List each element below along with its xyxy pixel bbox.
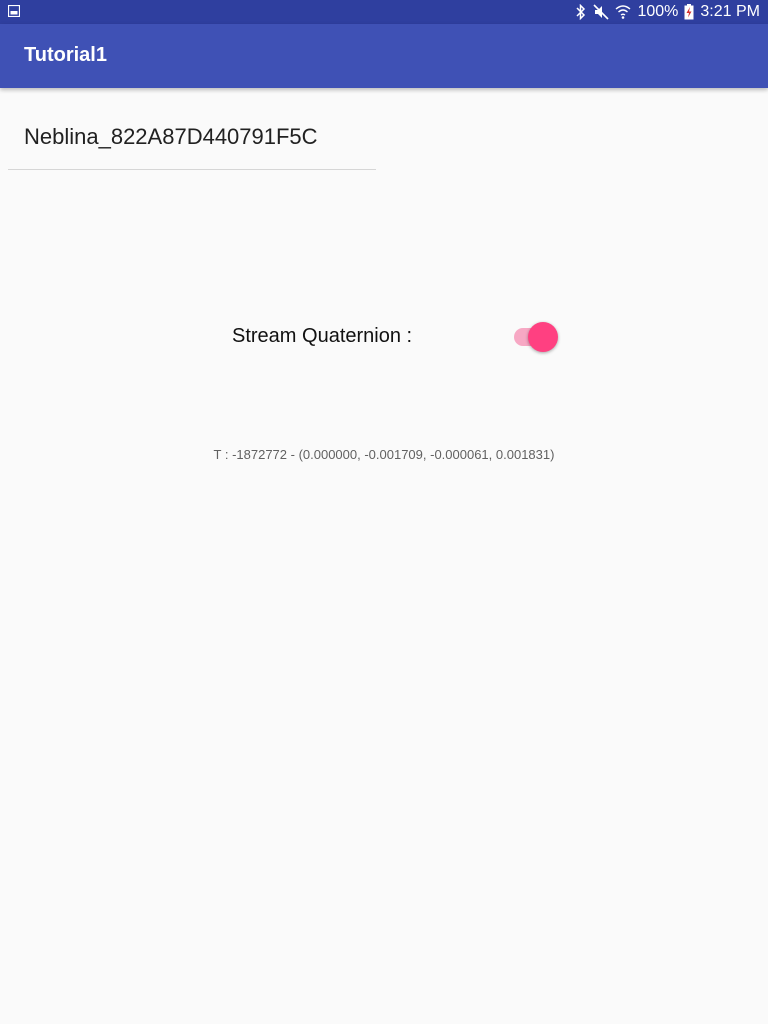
status-icons: 100% 3:21 PM <box>575 0 760 24</box>
wifi-icon <box>616 5 631 19</box>
divider <box>8 169 376 170</box>
app-title: Tutorial1 <box>24 44 107 66</box>
gallery-icon <box>8 5 20 17</box>
device-name[interactable]: Neblina_822A87D440791F5C <box>24 124 318 150</box>
battery-percent: 100% <box>637 3 679 20</box>
clock: 3:21 PM <box>700 3 760 20</box>
quaternion-readout: T : -1872772 - (0.000000, -0.001709, -0.… <box>213 447 555 462</box>
bluetooth-icon <box>576 4 586 20</box>
stream-quaternion-switch[interactable] <box>512 320 560 354</box>
switch-thumb <box>528 322 558 352</box>
app-bar: Tutorial1 <box>0 24 768 88</box>
stream-quaternion-label: Stream Quaternion : <box>232 325 413 347</box>
battery-charging-icon <box>684 4 694 20</box>
status-bar: 100% 3:21 PM <box>0 0 768 24</box>
mute-icon <box>593 4 610 20</box>
